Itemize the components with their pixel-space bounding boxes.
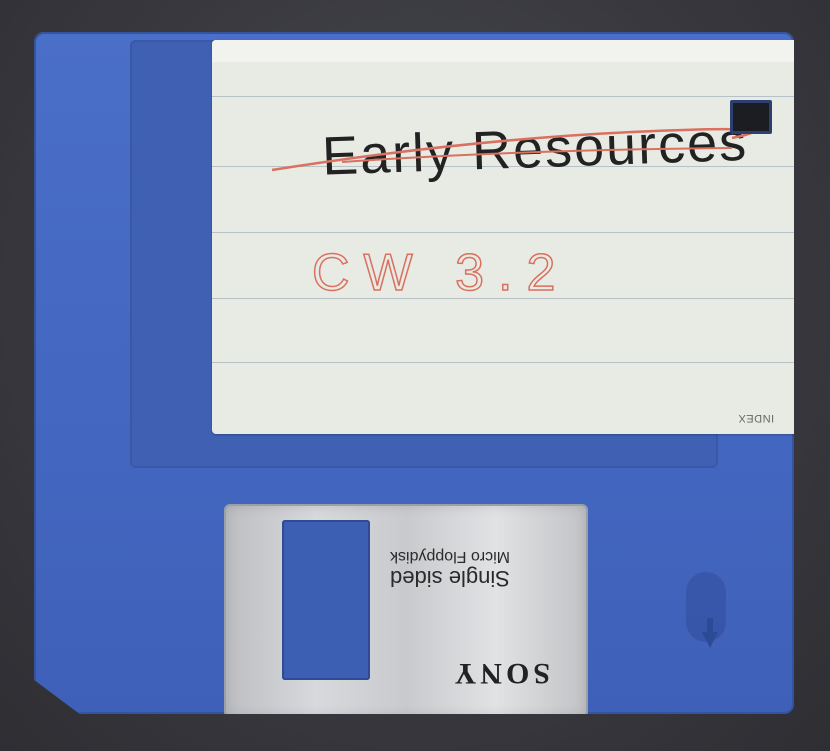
label-recess: Early Resources CW 3.2 INDEX	[130, 40, 794, 468]
disk-type-line-2: Micro Floppydisk	[390, 548, 511, 565]
label-brand-mark: INDEX	[737, 412, 774, 424]
insert-direction-arrow-icon	[702, 632, 718, 648]
brand-logo: SONY	[450, 657, 550, 690]
write-protect-hole	[730, 100, 772, 134]
disk-type-text: Single sided Micro Floppydisk	[390, 546, 570, 591]
metal-shutter: Single sided Micro Floppydisk SONY	[226, 506, 586, 714]
disk-label: Early Resources CW 3.2 INDEX	[212, 40, 794, 434]
shutter-window	[282, 520, 370, 680]
floppy-disk: Early Resources CW 3.2 INDEX Single side…	[34, 32, 794, 714]
disk-type-line-1: Single sided	[390, 566, 510, 591]
label-line-2: CW 3.2	[312, 244, 569, 302]
